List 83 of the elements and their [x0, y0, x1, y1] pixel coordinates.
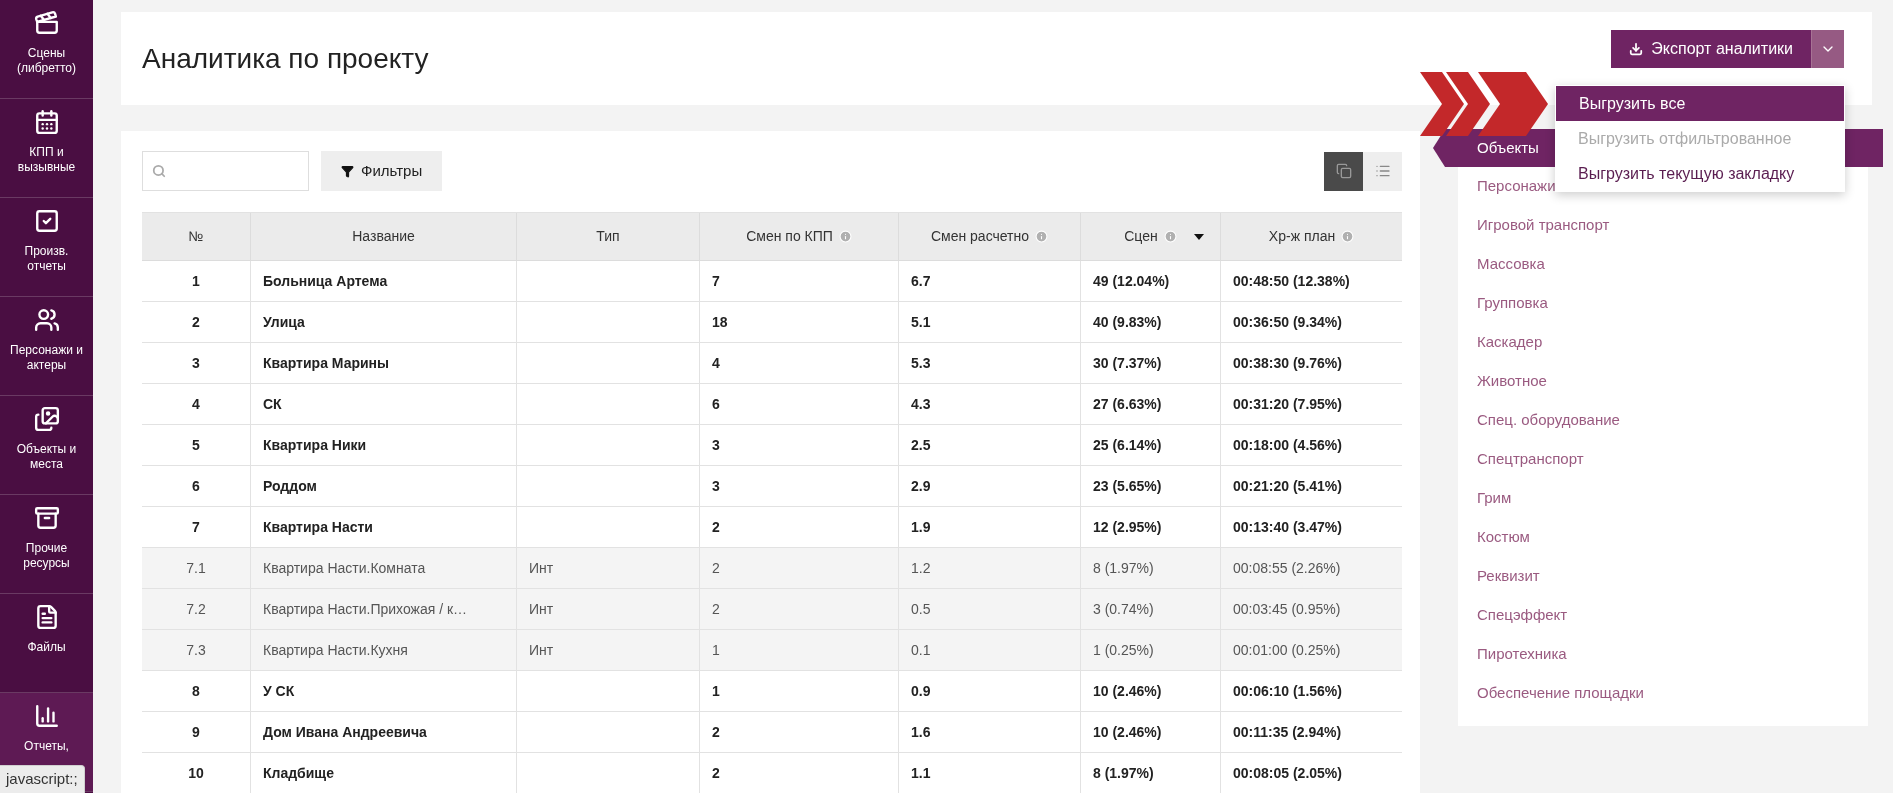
table-cell-text: 25 (6.14%) — [1093, 435, 1162, 455]
table-cell-text: 00:36:50 (9.34%) — [1233, 312, 1342, 332]
table-cell-text: 2.9 — [911, 476, 931, 496]
table-cell-text: 27 (6.63%) — [1093, 394, 1162, 414]
table-cell-text: 2 — [192, 312, 200, 332]
table-cell-text: 10 (2.46%) — [1093, 722, 1162, 742]
table-cell-text: 3 — [192, 353, 200, 373]
table-cell-text: 49 (12.04%) — [1093, 271, 1170, 291]
table-cell-text: 2 — [712, 558, 720, 578]
table-cell-text: 6 — [712, 394, 720, 414]
table-cell-text: 3 (0.74%) — [1093, 599, 1154, 619]
table-cell-text: 30 (7.37%) — [1093, 353, 1162, 373]
table-cell-text: 5 — [192, 435, 200, 455]
table-cell-text: У СК — [263, 681, 295, 701]
table-cell-text: 1.9 — [911, 517, 931, 537]
table-cell-text: 7.1 — [186, 558, 206, 578]
table-cell-text: Квартира Насти.Кухня — [263, 640, 408, 660]
table-cell-text: 00:38:30 (9.76%) — [1233, 353, 1342, 373]
table-cell-text: 00:13:40 (3.47%) — [1233, 517, 1342, 537]
table-cell-text: 00:01:00 (0.25%) — [1233, 640, 1341, 660]
table-cell-text: 7 — [712, 271, 720, 291]
table-cell-text: 00:03:45 (0.95%) — [1233, 599, 1341, 619]
table-cell-text: 10 — [188, 763, 204, 783]
table-cell-text: Квартира Ники — [263, 435, 367, 455]
table-cell-text: Роддом — [263, 476, 317, 496]
table-cell-text: 1.6 — [911, 722, 931, 742]
table-cell-text: 00:31:20 (7.95%) — [1233, 394, 1342, 414]
table-cell-text: 00:11:35 (2.94%) — [1233, 722, 1342, 742]
table-cell-text: 10 (2.46%) — [1093, 681, 1162, 701]
table-cell-text: Квартира Насти.Комната — [263, 558, 426, 578]
table-cell-text: 2 — [712, 722, 720, 742]
table-cell-text: 1 — [712, 640, 720, 660]
table-cell-text: Больница Артема — [263, 271, 388, 291]
table-cell-text: 00:06:10 (1.56%) — [1233, 681, 1342, 701]
table-cell-text: Дом Ивана Андреевича — [263, 722, 427, 742]
table-cell-text: 4 — [712, 353, 720, 373]
table-cell-text: 8 (1.97%) — [1093, 558, 1154, 578]
table-cell-text: 1 (0.25%) — [1093, 640, 1154, 660]
table-cell-text: 2 — [712, 763, 720, 783]
table-cell-text: 00:08:55 (2.26%) — [1233, 558, 1341, 578]
table-cell-text: 2.5 — [911, 435, 931, 455]
table-cell-text: 1.2 — [911, 558, 931, 578]
table-cell-text: Квартира Насти.Прихожая / к… — [263, 599, 468, 619]
table-cell-text: Инт — [529, 558, 554, 578]
table-cell-text: 2 — [712, 517, 720, 537]
table-cell-text: 7 — [192, 517, 200, 537]
table-cell-text: 18 — [712, 312, 728, 332]
table-cell-text: 00:48:50 (12.38%) — [1233, 271, 1350, 291]
table-cell-text: 0.5 — [911, 599, 931, 619]
status-link-tooltip: javascript:; — [0, 765, 85, 793]
table-cell-text: Инт — [529, 599, 554, 619]
table-cell-text: 12 (2.95%) — [1093, 517, 1162, 537]
table-cell-text: 5.1 — [911, 312, 931, 332]
table-cell-text: 3 — [712, 435, 720, 455]
table-cell-text: 6 — [192, 476, 200, 496]
table-cell-text: 8 — [192, 681, 200, 701]
table-cell-text: Квартира Марины — [263, 353, 389, 373]
table-cell-text: 5.3 — [911, 353, 931, 373]
table-cell-text: 40 (9.83%) — [1093, 312, 1162, 332]
table-cell-text: Кладбище — [263, 763, 334, 783]
table-cell-text: 1 — [192, 271, 200, 291]
table-cell-text: 00:18:00 (4.56%) — [1233, 435, 1342, 455]
table-cell-text: Инт — [529, 640, 554, 660]
table-cell-text: 8 (1.97%) — [1093, 763, 1154, 783]
table-cell-text: 1.1 — [911, 763, 931, 783]
table-cell-text: 0.1 — [911, 640, 931, 660]
table-cell-text: 0.9 — [911, 681, 931, 701]
table-cell-text: 3 — [712, 476, 720, 496]
table-cell-text: 7.2 — [186, 599, 206, 619]
table-cell-text: Улица — [263, 312, 305, 332]
table-cell-text: Квартира Насти — [263, 517, 373, 537]
table-cell-text: 23 (5.65%) — [1093, 476, 1162, 496]
table-cell-text: 6.7 — [911, 271, 931, 291]
table-cell-text: 2 — [712, 599, 720, 619]
table-cell-text: 9 — [192, 722, 200, 742]
page-title: Аналитика по проекту — [142, 41, 429, 76]
table-cell-text: СК — [263, 394, 282, 414]
table-cell-text: 4.3 — [911, 394, 931, 414]
table-cell-text: 00:21:20 (5.41%) — [1233, 476, 1342, 496]
table-cell-text: 00:08:05 (2.05%) — [1233, 763, 1342, 783]
table-cell-text: 7.3 — [186, 640, 206, 660]
table-cell-text: 4 — [192, 394, 200, 414]
table-cell-text: 1 — [712, 681, 720, 701]
